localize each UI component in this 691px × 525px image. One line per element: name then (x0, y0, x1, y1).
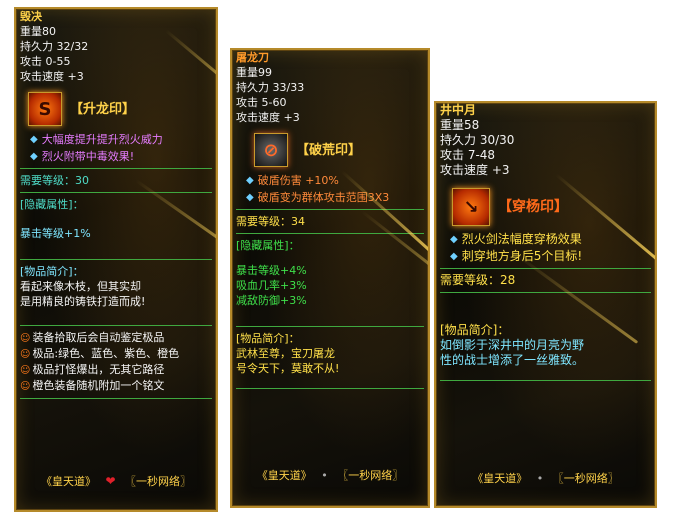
desc-line: 号令天下，莫敢不从! (236, 362, 340, 375)
desc-line: 如倒影于深井中的月亮为野 (440, 338, 585, 352)
stat-weight: 重量58 (440, 118, 480, 132)
desc-title: [物品简介]： (20, 265, 84, 278)
footer-right: 〖一秒网络〗 (552, 472, 619, 485)
diamond-bullet-icon: ◆ (30, 134, 38, 145)
divider (20, 168, 212, 169)
hidden-attr-title: [隐藏属性]： (20, 198, 84, 211)
item-tooltip-1: 毁决 重量80 持久力 32/32 攻击 0-55 攻击速度 +3 S 【升龙印… (14, 7, 218, 512)
footer-separator: • (321, 469, 328, 482)
divider (236, 326, 424, 327)
item-name: 井中月 (440, 103, 477, 117)
hidden-attr: 暴击等级+1% (20, 227, 91, 240)
stat-attack-speed: 攻击速度 +3 (20, 70, 84, 83)
diamond-bullet-icon: ◆ (450, 251, 458, 262)
smiley-icon: ☺ (20, 349, 31, 360)
smiley-icon: ☺ (20, 333, 31, 344)
diamond-bullet-icon: ◆ (450, 234, 458, 245)
effect-item: ◆ 烈火附带中毒效果! (30, 150, 135, 163)
diamond-bullet-icon: ◆ (30, 151, 38, 162)
effect-item: ◆ 大幅度提升提升烈火威力 (30, 133, 163, 146)
divider (440, 268, 651, 269)
desc-title: [物品简介]： (236, 332, 300, 345)
shield-break-seal-icon: ⊘ (254, 133, 288, 167)
effect-item: ◆ 破盾伤害 +10% (246, 174, 339, 187)
required-level: 需要等级：30 (20, 174, 89, 187)
effect-item: ◆ 破盾变为群体攻击范围3X3 (246, 191, 390, 204)
hidden-attr: 暴击等级+4% (236, 264, 307, 277)
divider (236, 209, 424, 210)
stat-attack-speed: 攻击速度 +3 (440, 163, 510, 177)
item-tooltip-3: 井中月 重量58 持久力 30/30 攻击 7-48 攻击速度 +3 ↘ 【穿杨… (434, 101, 657, 508)
divider (440, 380, 651, 381)
desc-line: 看起来像木枝，但其实却 (20, 280, 141, 293)
item-name: 毁决 (20, 10, 42, 23)
stat-attack: 攻击 0-55 (20, 55, 71, 68)
promo-line: ☺ 极品打怪爆出，无其它路径 (20, 363, 165, 376)
divider (20, 192, 212, 193)
stat-attack-speed: 攻击速度 +3 (236, 111, 300, 124)
desc-line: 性的战士增添了一丝雅致。 (440, 353, 585, 367)
smiley-icon: ☺ (20, 381, 31, 392)
smiley-icon: ☺ (20, 365, 31, 376)
promo-line: ☺ 极品:绿色、蓝色、紫色、橙色 (20, 347, 180, 360)
item-tooltip-2: 屠龙刀 重量99 持久力 33/33 攻击 5-60 攻击速度 +3 ⊘ 【破荒… (230, 48, 430, 508)
seal-row: ⊘ 【破荒印】 (254, 133, 428, 167)
seal-row: ↘ 【穿杨印】 (452, 188, 655, 226)
divider (440, 292, 651, 293)
seal-label: 【破荒印】 (296, 142, 362, 158)
divider (20, 259, 212, 260)
divider (236, 233, 424, 234)
diamond-bullet-icon: ◆ (246, 175, 254, 186)
footer-left: 《皇天道》 (256, 469, 312, 482)
stat-durability: 持久力 30/30 (440, 133, 515, 147)
footer-left: 《皇天道》 (40, 475, 96, 488)
hidden-attr: 减敌防御+3% (236, 294, 307, 307)
promo-line: ☺ 橙色装备随机附加一个铭文 (20, 379, 165, 392)
divider (236, 388, 424, 389)
footer: 《皇天道》 • 〖一秒网络〗 (232, 468, 428, 483)
hidden-attr: 吸血几率+3% (236, 279, 307, 292)
footer-right: 〖一秒网络〗 (125, 475, 192, 488)
footer: 《皇天道》 ❤ 〖一秒网络〗 (16, 474, 216, 489)
diamond-bullet-icon: ◆ (246, 192, 254, 203)
seal-label: 【穿杨印】 (498, 198, 568, 215)
desc-line: 武林至尊，宝刀屠龙 (236, 347, 335, 360)
pierce-seal-icon: ↘ (452, 188, 490, 226)
stat-attack: 攻击 7-48 (440, 148, 496, 162)
seal-row: S 【升龙印】 (28, 92, 216, 126)
footer-left: 《皇天道》 (472, 472, 528, 485)
effect-item: ◆ 烈火剑法幅度穿杨效果 (450, 232, 582, 246)
seal-label: 【升龙印】 (70, 101, 136, 117)
divider (20, 325, 212, 326)
heart-icon: ❤ (105, 474, 116, 488)
stat-attack: 攻击 5-60 (236, 96, 287, 109)
footer-separator: • (536, 472, 544, 485)
stat-weight: 重量99 (236, 66, 272, 79)
dragon-seal-icon: S (28, 92, 62, 126)
stat-durability: 持久力 33/33 (236, 81, 305, 94)
desc-line: 是用精良的铸铁打造而成! (20, 295, 146, 308)
item-name: 屠龙刀 (236, 51, 269, 64)
effect-item: ◆刺穿地方身后5个目标! (436, 249, 655, 264)
footer-right: 〖一秒网络〗 (337, 469, 404, 482)
stat-weight: 重量80 (20, 25, 56, 38)
divider (20, 398, 212, 399)
footer: 《皇天道》 • 〖一秒网络〗 (436, 471, 655, 486)
promo-line: ☺ 装备拾取后会自动鉴定极品 (20, 331, 165, 344)
